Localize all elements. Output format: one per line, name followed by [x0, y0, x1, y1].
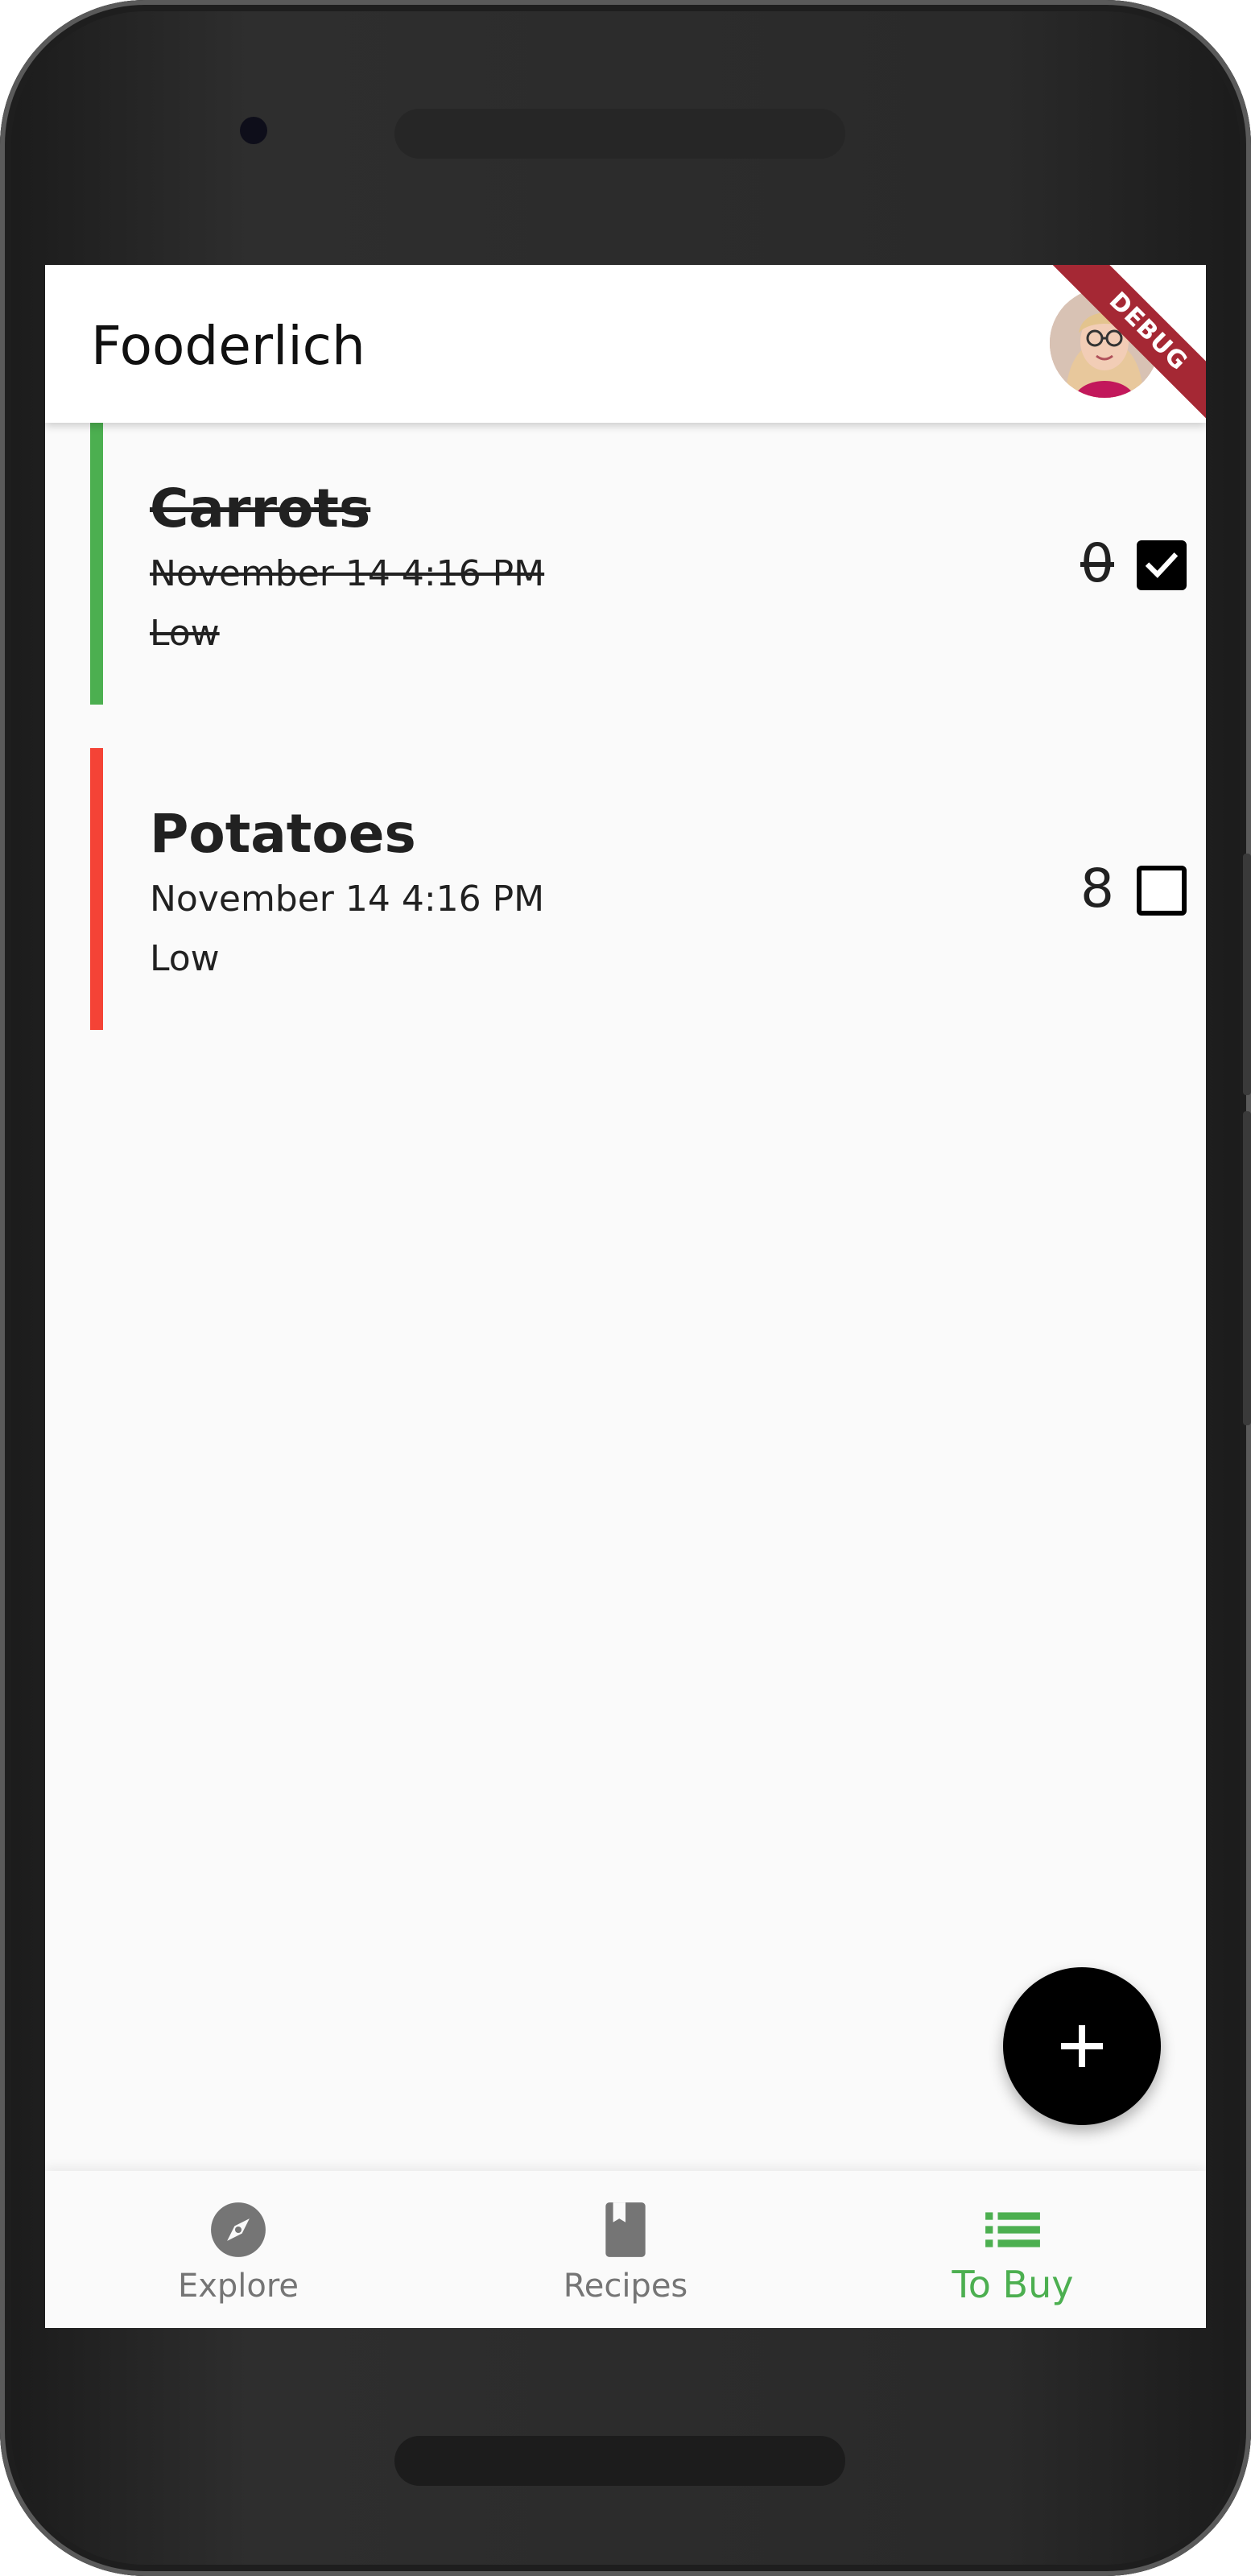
item-color-bar [90, 748, 103, 1030]
check-icon [1145, 552, 1179, 578]
item-importance: Low [150, 613, 220, 654]
add-item-button[interactable] [1003, 1967, 1161, 2125]
bottom-speaker [394, 2436, 845, 2486]
item-date: November 14 4:16 PM [150, 553, 545, 594]
item-quantity: 8 [1080, 858, 1114, 920]
phone-frame: Fooderlich DEBUG Carrots November 14 4:1… [0, 0, 1251, 2576]
item-name: Carrots [150, 478, 371, 540]
nav-item-recipes[interactable]: Recipes [432, 2171, 819, 2328]
nav-label-recipes: Recipes [563, 2268, 688, 2305]
bottom-navigation: Explore Recipes To Buy [45, 2171, 1206, 2328]
nav-label-to-buy: To Buy [952, 2263, 1074, 2306]
power-button [1243, 1111, 1251, 1425]
grocery-item[interactable]: Potatoes November 14 4:16 PM Low 8 [90, 748, 1187, 1030]
nav-label-explore: Explore [177, 2268, 299, 2305]
item-color-bar [90, 423, 103, 705]
item-date: November 14 4:16 PM [150, 879, 545, 920]
plus-icon [1061, 2025, 1103, 2067]
item-quantity: 0 [1080, 532, 1114, 594]
top-speaker [394, 109, 845, 159]
front-camera [240, 117, 267, 144]
app-title: Fooderlich [91, 315, 365, 377]
grocery-item[interactable]: Carrots November 14 4:16 PM Low 0 [90, 423, 1187, 705]
item-checkbox[interactable] [1137, 540, 1187, 590]
item-checkbox[interactable] [1137, 866, 1187, 916]
app-screen: Fooderlich DEBUG Carrots November 14 4:1… [45, 265, 1206, 2328]
nav-item-to-buy[interactable]: To Buy [820, 2171, 1206, 2328]
compass-icon [211, 2202, 266, 2257]
app-bar: Fooderlich DEBUG [45, 265, 1206, 432]
nav-item-explore[interactable]: Explore [45, 2171, 431, 2328]
item-importance: Low [150, 938, 220, 979]
item-name: Potatoes [150, 803, 416, 865]
volume-button [1243, 854, 1251, 1095]
book-icon [605, 2202, 646, 2257]
list-icon [985, 2212, 1040, 2247]
